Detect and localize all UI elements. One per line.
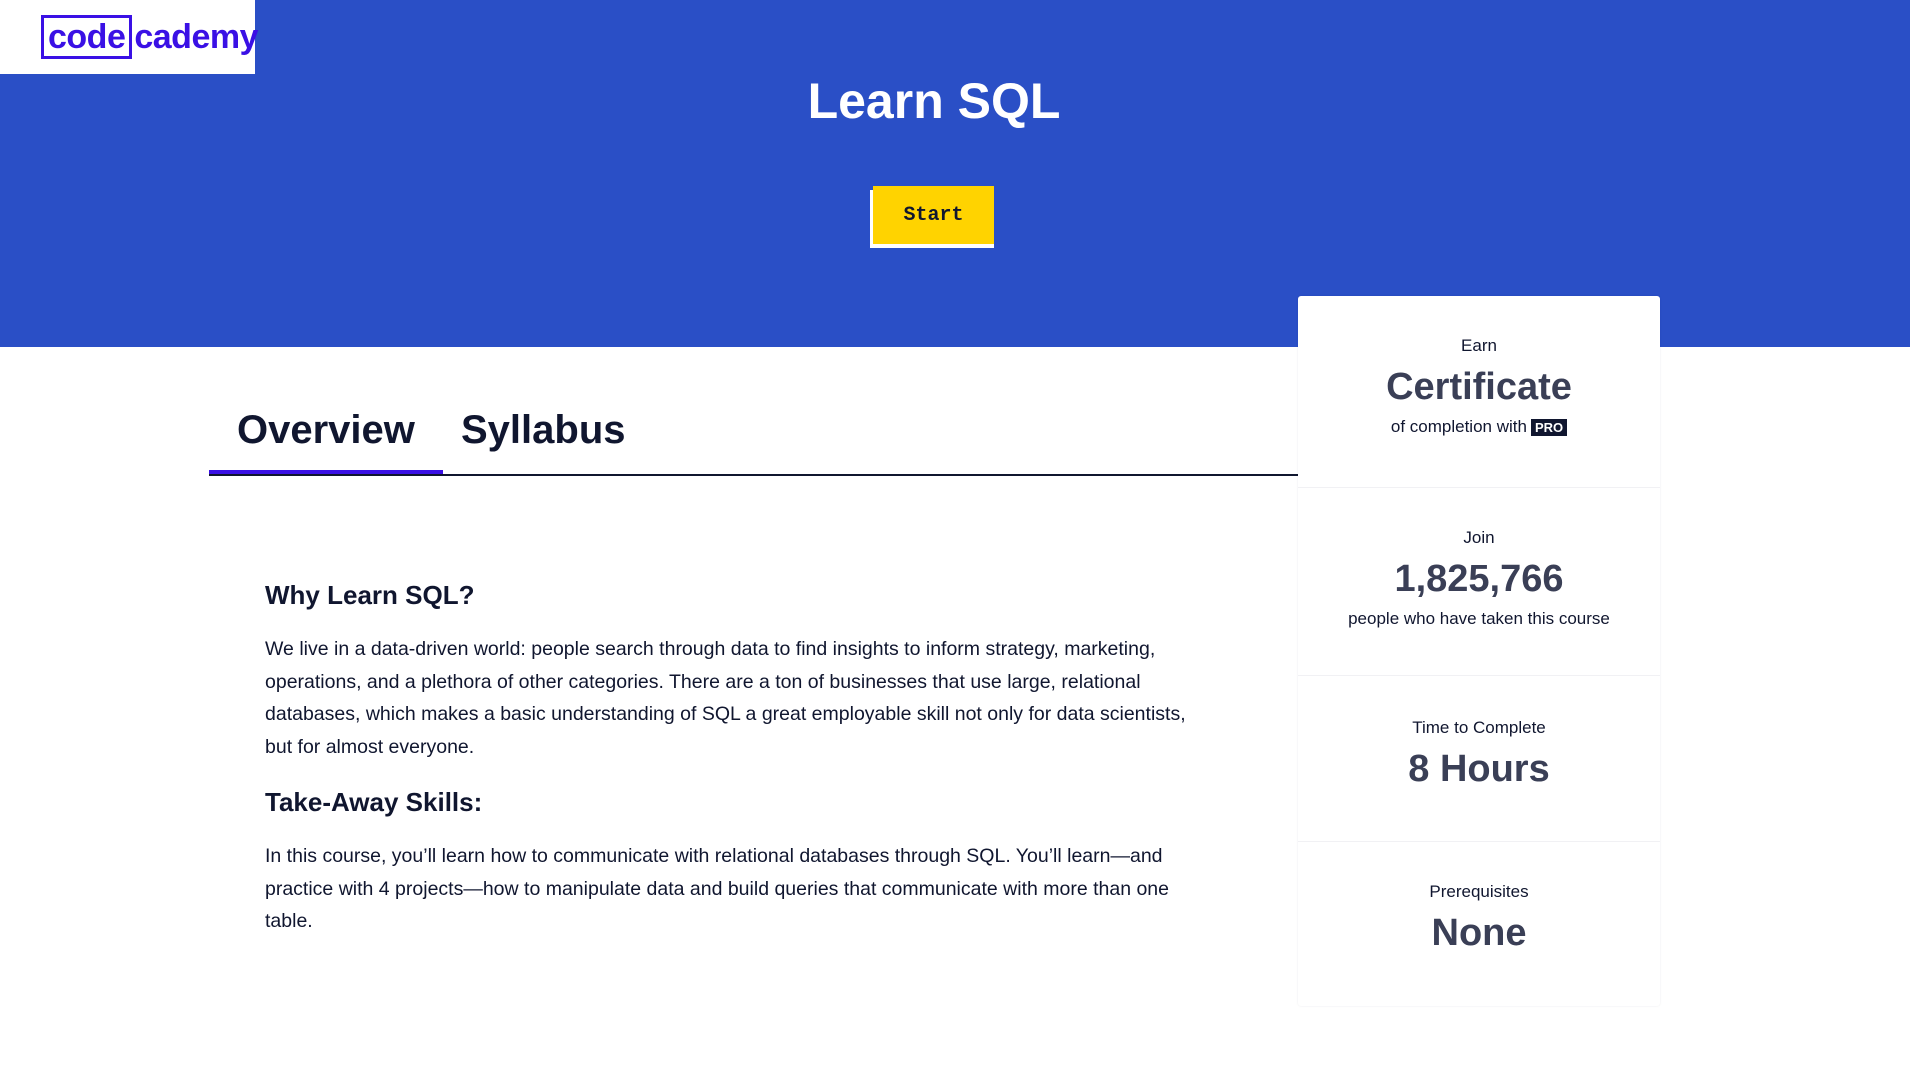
course-title: Learn SQL xyxy=(807,73,1061,129)
tab-overview[interactable]: Overview xyxy=(209,410,443,474)
earn-label: Earn xyxy=(1461,336,1497,355)
certificate-value: Certificate xyxy=(1386,366,1572,408)
learners-stat: Join 1,825,766 people who have taken thi… xyxy=(1298,528,1660,676)
overview-content: Why Learn SQL? We live in a data-driven … xyxy=(265,580,1195,962)
course-page: code cademy Learn SQL Start Overview Syll… xyxy=(0,0,1910,1080)
time-stat: Time to Complete 8 Hours xyxy=(1298,718,1660,842)
learners-count: 1,825,766 xyxy=(1394,558,1564,600)
tab-syllabus[interactable]: Syllabus xyxy=(433,410,654,472)
logo-boxed-text: code xyxy=(41,15,133,59)
learners-subtext: people who have taken this course xyxy=(1348,609,1610,628)
course-tabs: Overview Syllabus xyxy=(209,398,1298,476)
why-learn-paragraph: We live in a data-driven world: people s… xyxy=(265,638,1186,758)
certificate-sub-label: of completion with xyxy=(1390,417,1527,436)
start-button-wrapper: Start xyxy=(870,186,994,248)
join-label: Join xyxy=(1463,528,1495,547)
takeaway-paragraph: In this course, you’ll learn how to comm… xyxy=(265,845,1169,932)
why-learn-heading: Why Learn SQL? xyxy=(265,580,475,610)
certificate-stat: Earn Certificate of completion with PRO xyxy=(1298,336,1660,488)
logo-text: cademy xyxy=(134,17,258,56)
prerequisites-stat: Prerequisites None xyxy=(1298,882,1660,1006)
time-value: 8 Hours xyxy=(1408,748,1550,790)
time-label: Time to Complete xyxy=(1412,718,1546,737)
prerequisites-label: Prerequisites xyxy=(1429,882,1529,901)
takeaway-heading: Take-Away Skills: xyxy=(265,787,483,817)
start-button[interactable]: Start xyxy=(873,186,994,244)
hero-banner: code cademy Learn SQL Start xyxy=(0,0,1910,347)
pro-badge: PRO xyxy=(1530,419,1568,437)
codecademy-logo[interactable]: code cademy xyxy=(0,0,258,74)
certificate-subtext: of completion with PRO xyxy=(1298,417,1660,437)
course-info-card: Earn Certificate of completion with PRO J… xyxy=(1298,296,1660,1006)
prerequisites-value: None xyxy=(1431,912,1527,954)
